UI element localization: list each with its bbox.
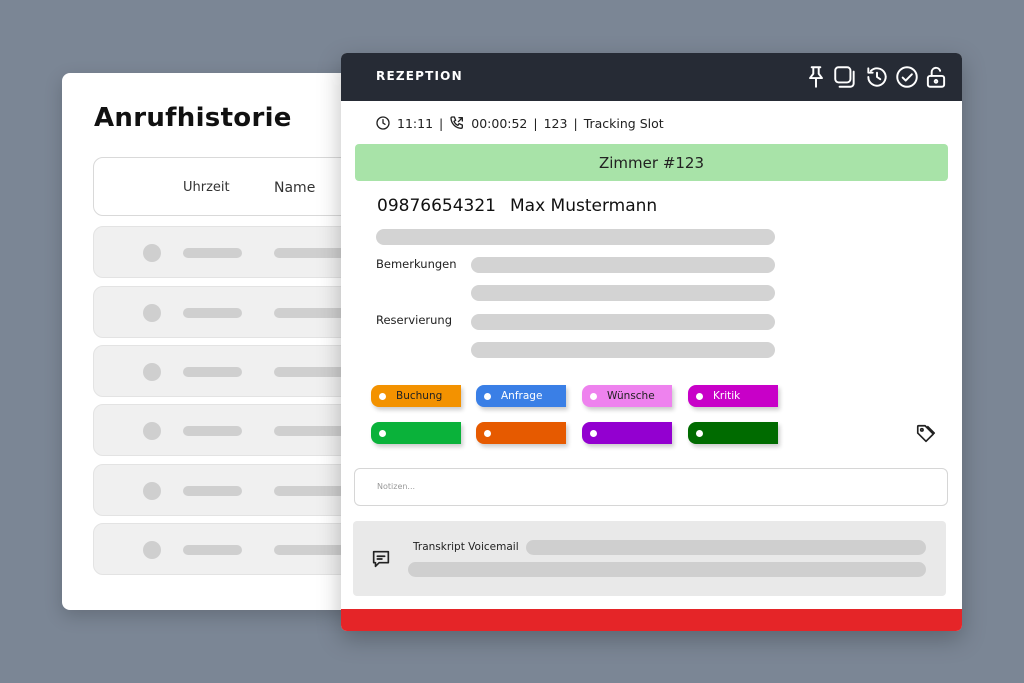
tag-hole	[696, 429, 703, 437]
remarks-field[interactable]	[471, 257, 775, 273]
tag-label: Kritik	[713, 390, 741, 402]
column-header-time[interactable]: Uhrzeit	[183, 180, 230, 195]
tag-wuensche[interactable]: Wünsche	[582, 385, 672, 407]
remarks-label: Bemerkungen	[376, 257, 457, 271]
caller-phone[interactable]: 09876654321	[377, 196, 496, 216]
reception-panel: REZEPTION 11:11 | 00:00:52 | 123 | Track…	[341, 53, 962, 631]
row-time-placeholder	[183, 248, 242, 258]
history-icon[interactable]	[864, 64, 890, 90]
separator: |	[439, 115, 444, 131]
tag-hole	[696, 392, 703, 400]
detail-placeholder-bar	[376, 229, 775, 245]
reservation-field[interactable]	[471, 342, 775, 358]
voicemail-label: Transkript Voicemail	[413, 541, 519, 553]
transcript-placeholder-bar	[526, 540, 926, 555]
check-circle-icon[interactable]	[894, 64, 920, 90]
row-status-dot	[143, 482, 161, 500]
phone-call-icon	[449, 115, 465, 131]
call-duration: 00:00:52	[471, 115, 528, 131]
transcript-placeholder-bar	[408, 562, 926, 577]
row-status-dot	[143, 304, 161, 322]
history-title: Anrufhistorie	[94, 103, 292, 133]
tag-label: Anfrage	[501, 390, 543, 402]
tag-hole	[379, 392, 386, 400]
remarks-field[interactable]	[471, 285, 775, 301]
call-extension: 123	[543, 115, 568, 131]
tag-green[interactable]	[371, 422, 461, 444]
reception-title: REZEPTION	[376, 69, 463, 83]
row-status-dot	[143, 363, 161, 381]
call-time: 11:11	[397, 115, 434, 131]
reservation-label: Reservierung	[376, 313, 453, 327]
tag-hole	[484, 429, 491, 437]
unlock-icon[interactable]	[923, 64, 949, 90]
row-time-placeholder	[183, 367, 242, 377]
tracking-slot: Tracking Slot	[583, 115, 664, 131]
pin-icon[interactable]	[803, 64, 829, 90]
tag-hole	[484, 392, 491, 400]
row-status-dot	[143, 422, 161, 440]
separator: |	[533, 115, 538, 131]
tag-kritik[interactable]: Kritik	[688, 385, 778, 407]
tag-label: Buchung	[396, 390, 443, 402]
tag-icon[interactable]	[915, 423, 937, 445]
column-header-name[interactable]: Name	[274, 180, 315, 196]
voicemail-transcript-panel: Transkript Voicemail	[353, 521, 946, 596]
notes-input[interactable]: Notizen...	[354, 468, 948, 506]
separator: |	[573, 115, 578, 131]
message-icon	[370, 548, 392, 570]
row-status-dot	[143, 244, 161, 262]
call-info-line: 11:11 | 00:00:52 | 123 | Tracking Slot	[375, 114, 664, 132]
reservation-field[interactable]	[471, 314, 775, 330]
tag-label: Wünsche	[607, 390, 655, 402]
row-time-placeholder	[183, 545, 242, 555]
row-time-placeholder	[183, 426, 242, 436]
notes-placeholder: Notizen...	[377, 482, 416, 491]
clock-icon	[375, 115, 391, 131]
copy-icon[interactable]	[832, 64, 858, 90]
room-banner: Zimmer #123	[355, 144, 948, 181]
tag-purple[interactable]	[582, 422, 672, 444]
caller-name: Max Mustermann	[509, 196, 658, 216]
tag-hole	[379, 429, 386, 437]
tag-orange[interactable]	[476, 422, 566, 444]
tag-dark-green[interactable]	[688, 422, 778, 444]
tag-hole	[590, 429, 597, 437]
reception-title-bar: REZEPTION	[341, 53, 962, 101]
caller-info: 09876654321 Max Mustermann	[377, 196, 657, 216]
tag-anfrage[interactable]: Anfrage	[476, 385, 566, 407]
row-time-placeholder	[183, 308, 242, 318]
status-strip	[341, 609, 962, 631]
row-time-placeholder	[183, 486, 242, 496]
tag-hole	[590, 392, 597, 400]
tag-buchung[interactable]: Buchung	[371, 385, 461, 407]
row-status-dot	[143, 541, 161, 559]
